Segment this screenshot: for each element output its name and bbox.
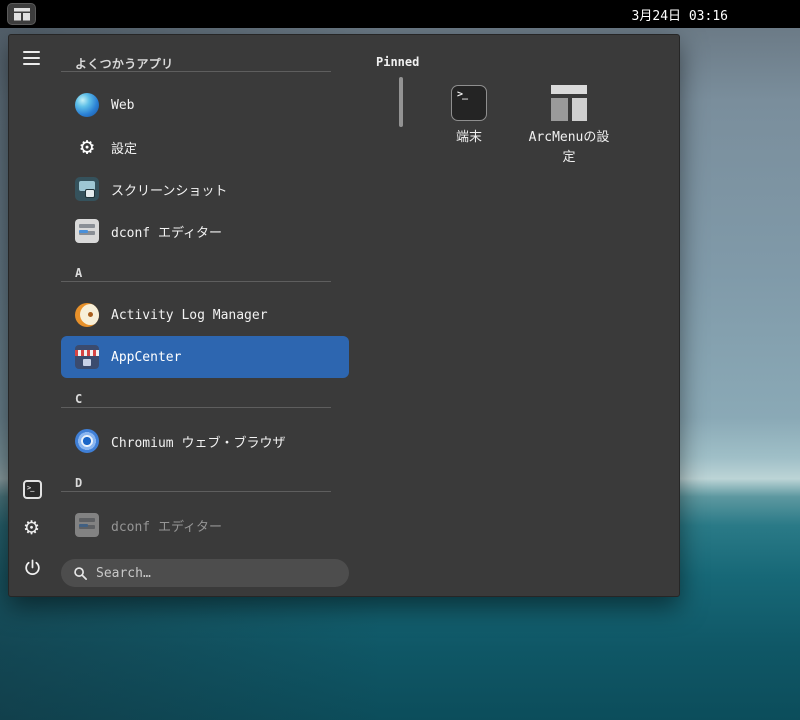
pinned-item-label: 端末 bbox=[455, 130, 482, 145]
settings-gear-icon: ⚙ bbox=[23, 518, 41, 539]
pinned-item-label: ArcMenuの設定 bbox=[528, 130, 610, 166]
section-header-d: D bbox=[61, 462, 349, 504]
arcmenu-settings-icon bbox=[551, 85, 587, 121]
activity-log-icon bbox=[75, 303, 99, 327]
pinned-item-terminal[interactable]: 端末 bbox=[421, 85, 517, 168]
app-item-chromium[interactable]: Chromium ウェブ・ブラウザ bbox=[61, 420, 349, 462]
terminal-button[interactable] bbox=[23, 480, 42, 499]
app-item-appcenter[interactable]: AppCenter bbox=[61, 336, 349, 378]
panel-clock[interactable]: 3月24日 03:16 bbox=[632, 5, 728, 24]
section-header-a: A bbox=[61, 252, 349, 294]
app-item-label: スクリーンショット bbox=[111, 183, 228, 199]
app-list: よくつかうアプリ Web 設定 スクリーンショット dconf エディター A … bbox=[61, 35, 403, 596]
terminal-icon bbox=[451, 85, 487, 121]
web-browser-icon bbox=[75, 93, 99, 117]
menu-left-rail: ⚙ bbox=[9, 35, 61, 596]
app-item-dconf-editor-2[interactable]: dconf エディター bbox=[61, 504, 349, 546]
app-item-web[interactable]: Web bbox=[61, 84, 349, 126]
chromium-icon bbox=[75, 429, 99, 453]
pinned-section: Pinned 端末 ArcMenuの設定 bbox=[376, 55, 617, 168]
section-header-frequent: よくつかうアプリ bbox=[61, 42, 349, 84]
settings-button[interactable]: ⚙ bbox=[23, 519, 40, 538]
app-item-dconf-editor[interactable]: dconf エディター bbox=[61, 210, 349, 252]
dconf-editor-icon bbox=[75, 219, 99, 243]
arcmenu-popup: ⚙ よくつかうアプリ Web 設定 スクリーンショット bbox=[8, 34, 680, 597]
app-item-label: dconf エディター bbox=[111, 519, 223, 535]
app-item-label: Chromium ウェブ・ブラウザ bbox=[111, 435, 286, 451]
pinned-header: Pinned bbox=[376, 55, 420, 69]
section-letter: A bbox=[75, 266, 83, 280]
arcmenu-panel-button[interactable] bbox=[7, 3, 36, 25]
search-bar bbox=[61, 559, 349, 587]
app-item-activity-log-manager[interactable]: Activity Log Manager bbox=[61, 294, 349, 336]
search-icon bbox=[74, 566, 87, 580]
section-letter: C bbox=[75, 392, 83, 406]
pinned-item-arcmenu-settings[interactable]: ArcMenuの設定 bbox=[521, 85, 617, 168]
dconf-editor-icon bbox=[75, 513, 99, 537]
app-item-label: dconf エディター bbox=[111, 225, 223, 241]
screenshot-icon bbox=[75, 177, 99, 201]
app-item-label: Activity Log Manager bbox=[111, 307, 268, 323]
arcmenu-icon bbox=[13, 7, 30, 21]
app-item-label: Web bbox=[111, 97, 135, 113]
section-letter: D bbox=[75, 476, 83, 490]
hamburger-menu-icon[interactable] bbox=[23, 51, 61, 65]
app-item-settings[interactable]: 設定 bbox=[61, 126, 349, 168]
app-item-screenshot[interactable]: スクリーンショット bbox=[61, 168, 349, 210]
pinned-items: 端末 ArcMenuの設定 bbox=[421, 85, 617, 168]
top-panel: 3月24日 03:16 bbox=[0, 0, 800, 28]
power-icon bbox=[25, 559, 40, 576]
settings-gear-icon bbox=[75, 135, 99, 159]
appcenter-icon bbox=[75, 345, 99, 369]
rail-bottom-group: ⚙ bbox=[23, 480, 61, 580]
terminal-icon bbox=[23, 480, 42, 499]
app-item-label: AppCenter bbox=[111, 349, 182, 365]
power-button[interactable] bbox=[23, 558, 42, 580]
search-input[interactable] bbox=[96, 565, 337, 581]
app-item-label: 設定 bbox=[111, 141, 138, 157]
section-header-c: C bbox=[61, 378, 349, 420]
section-header-label: よくつかうアプリ bbox=[75, 56, 174, 71]
